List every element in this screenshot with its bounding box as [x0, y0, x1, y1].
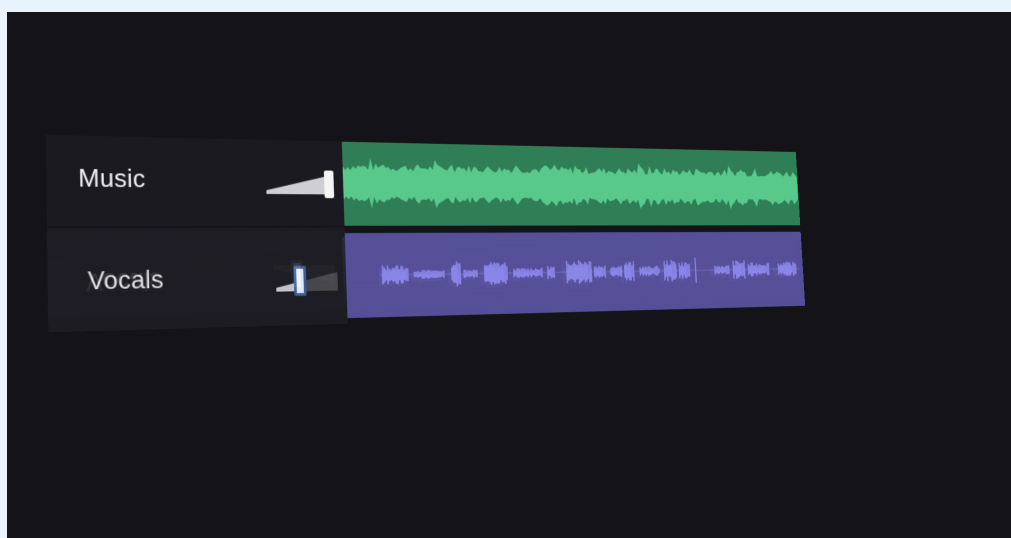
track-music[interactable]: Music: [45, 134, 801, 227]
track-name-reflection: Vocals: [85, 266, 163, 298]
track-header-reflection: Vocals: [45, 231, 345, 337]
app-canvas: Music Vocals: [7, 12, 1011, 538]
track-vocals-reflection: Vocals: [45, 231, 801, 337]
mixer-stage: Music Vocals: [7, 12, 1011, 538]
track-header-music: Music: [45, 134, 345, 227]
volume-ramp-icon: [273, 264, 335, 285]
waveform-reflection: [377, 261, 795, 290]
waveform-shape: [342, 157, 799, 211]
volume-fader-knob-music[interactable]: [323, 170, 335, 199]
vocals-reflection: Vocals: [45, 220, 801, 337]
volume-fader-reflection: [273, 259, 344, 292]
waveform-lane-reflection: [341, 235, 801, 322]
track-name-music: Music: [77, 163, 146, 193]
volume-fader-music[interactable]: [266, 168, 337, 200]
volume-fader-knob-reflection: [290, 260, 304, 291]
waveform-music: [342, 157, 799, 211]
waveform-lane-music[interactable]: [341, 141, 801, 226]
